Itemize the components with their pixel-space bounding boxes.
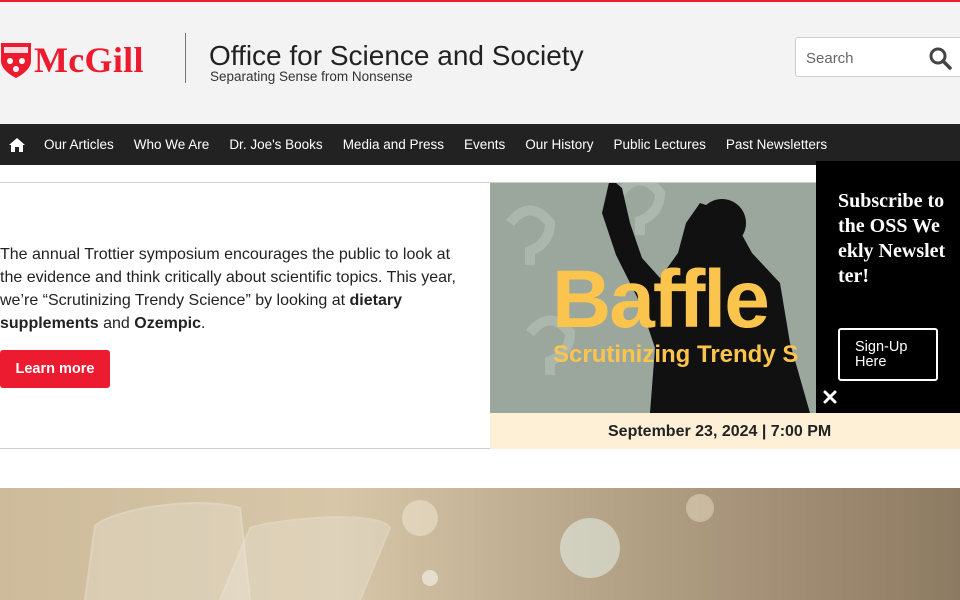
site-tagline: Separating Sense from Nonsense	[210, 69, 413, 84]
banner-date: September 23, 2024 | 7:00 PM	[608, 423, 832, 440]
nav-item-our-history[interactable]: Our History	[515, 124, 603, 165]
nav-item-dr-joes-books[interactable]: Dr. Joe's Books	[219, 124, 332, 165]
ozempic-link[interactable]: Ozempic	[134, 315, 201, 332]
close-icon[interactable]	[822, 389, 838, 405]
learn-more-button[interactable]: Learn more	[0, 350, 110, 388]
mcgill-logo[interactable]: McGill	[0, 38, 170, 82]
banner-footer: September 23, 2024 | 7:00 PM	[490, 413, 960, 449]
site-title[interactable]: Office for Science and Society	[209, 40, 584, 72]
hero-text-part: and	[98, 315, 135, 332]
nav-item-who-we-are[interactable]: Who We Are	[124, 124, 220, 165]
logo-wordmark: McGill	[34, 40, 144, 80]
mcgill-crest-icon	[1, 43, 31, 78]
nav-item-events[interactable]: Events	[454, 124, 515, 165]
hero-text-part: .	[200, 315, 206, 332]
search-box	[795, 37, 960, 77]
sign-up-button[interactable]: Sign-Up Here	[838, 328, 938, 381]
newsletter-popup: Subscribe to the OSS Weekly Newsletter! …	[816, 161, 960, 413]
wine-glasses-photo-art	[84, 494, 714, 600]
banner-subtitle: Scrutinizing Trendy S	[553, 341, 799, 368]
home-icon[interactable]	[0, 124, 34, 165]
nav-item-past-newsletters[interactable]: Past Newsletters	[716, 124, 837, 165]
hero-description: The annual Trottier symposium encourages…	[0, 243, 470, 335]
search-input[interactable]	[806, 48, 916, 68]
nav-item-our-articles[interactable]: Our Articles	[34, 124, 124, 165]
search-icon[interactable]	[928, 46, 952, 70]
main-nav: Our Articles Who We Are Dr. Joe's Books …	[0, 124, 960, 165]
article-feature-photo[interactable]	[0, 488, 960, 600]
banner-title: Baffle	[552, 254, 770, 345]
nav-item-media-and-press[interactable]: Media and Press	[333, 124, 454, 165]
popup-title: Subscribe to the OSS Weekly Newsletter!	[838, 190, 946, 287]
site-header: McGill Office for Science and Society Se…	[0, 2, 960, 124]
nav-item-public-lectures[interactable]: Public Lectures	[604, 124, 716, 165]
header-divider	[185, 33, 186, 83]
